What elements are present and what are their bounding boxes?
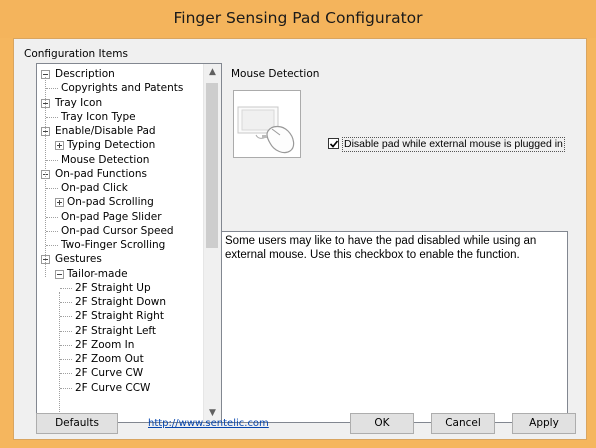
- expand-icon[interactable]: [55, 141, 64, 151]
- tree-item-label: Enable/Disable Pad: [55, 125, 156, 137]
- tree-connector: [60, 373, 72, 375]
- tree-item[interactable]: On-pad Page Slider: [37, 210, 204, 224]
- tree-item[interactable]: Copyrights and Patents: [37, 81, 204, 95]
- tree-item[interactable]: 2F Straight Left: [37, 324, 204, 338]
- tree-item[interactable]: 2F Curve CCW: [37, 381, 204, 395]
- tree-connector: [46, 159, 58, 161]
- tree-item[interactable]: Tailor-made: [37, 267, 204, 281]
- tree-item-label: Tailor-made: [67, 267, 128, 280]
- configuration-items-label: Configuration Items: [24, 48, 128, 60]
- disable-pad-checkbox[interactable]: [328, 138, 339, 149]
- tree-item[interactable]: Gestures: [37, 252, 204, 266]
- tree-item-label: Copyrights and Patents: [61, 82, 184, 95]
- window-title: Finger Sensing Pad Configurator: [173, 9, 423, 27]
- tree-item-label: 2F Zoom In: [75, 338, 135, 351]
- tree-item[interactable]: On-pad Functions: [37, 167, 204, 181]
- client-area: Configuration Items Description Copyright…: [13, 38, 587, 440]
- tree-item[interactable]: Typing Detection: [37, 138, 204, 152]
- tree-item[interactable]: On-pad Scrolling: [37, 195, 204, 209]
- tree-item-label: On-pad Cursor Speed: [61, 224, 174, 237]
- tree-item-label: Tray Icon Type: [61, 110, 136, 123]
- cancel-button[interactable]: Cancel: [431, 413, 495, 434]
- tree-item-label: Gestures: [55, 253, 102, 266]
- tree-item[interactable]: On-pad Click: [37, 181, 204, 195]
- tree-item[interactable]: 2F Straight Up: [37, 281, 204, 295]
- tree-connector: [46, 245, 58, 246]
- tree-guide: [59, 292, 60, 422]
- tree-item[interactable]: Description: [37, 67, 204, 81]
- tree-item[interactable]: Tray Icon Type: [37, 110, 204, 124]
- tree-item-label: Two-Finger Scrolling: [61, 239, 166, 251]
- checkmark-icon: [329, 140, 339, 148]
- disable-pad-checkbox-label[interactable]: Disable pad while external mouse is plug…: [342, 137, 565, 152]
- tree-item[interactable]: On-pad Cursor Speed: [37, 224, 204, 238]
- tree-item[interactable]: 2F Straight Down: [37, 295, 204, 309]
- tree-item-label: 2F Zoom Out: [75, 353, 144, 365]
- tree-connector: [46, 116, 58, 118]
- tree-connector: [60, 302, 72, 303]
- tree-connector: [60, 387, 72, 389]
- defaults-button[interactable]: Defaults: [36, 413, 118, 434]
- tree-connector: [60, 287, 72, 289]
- tree-items: Description Copyrights and Patents Tray Ic…: [37, 67, 204, 422]
- tree-item-label: Mouse Detection: [61, 153, 150, 166]
- tree-item[interactable]: Mouse Detection: [37, 153, 204, 167]
- tree-item-label: 2F Curve CCW: [75, 381, 151, 394]
- tree-connector: [60, 330, 72, 332]
- mouse-with-pad-icon: [233, 90, 301, 158]
- tree-item-label: On-pad Click: [61, 182, 128, 194]
- tree-item[interactable]: 2F Zoom In: [37, 338, 204, 352]
- tree-item-label: On-pad Functions: [55, 167, 147, 180]
- description-text: Some users may like to have the pad disa…: [221, 231, 568, 423]
- tree-connector: [46, 230, 58, 232]
- tree-item-label: Typing Detection: [67, 139, 156, 152]
- tree-connector: [60, 316, 72, 318]
- collapse-icon[interactable]: [55, 269, 64, 279]
- apply-button[interactable]: Apply: [512, 413, 576, 434]
- tree-item-label: 2F Straight Left: [75, 324, 157, 337]
- tree-item[interactable]: Two-Finger Scrolling: [37, 238, 204, 252]
- tree-item[interactable]: Enable/Disable Pad: [37, 124, 204, 138]
- tree-connector: [60, 344, 72, 346]
- tree-item-label: On-pad Scrolling: [67, 196, 154, 209]
- ok-button[interactable]: OK: [350, 413, 414, 434]
- tree-item-label: 2F Straight Down: [75, 296, 167, 308]
- tree-scrollbar[interactable]: ▲ ▼: [203, 64, 221, 422]
- sentelic-link[interactable]: http://www.sentelic.com: [148, 418, 269, 429]
- tree-connector: [46, 216, 58, 218]
- section-title: Mouse Detection: [231, 68, 320, 80]
- tree-item-label: 2F Straight Right: [75, 310, 164, 323]
- tree-connector: [46, 88, 58, 90]
- configurator-window: Finger Sensing Pad Configurator Configur…: [0, 0, 596, 448]
- expand-icon[interactable]: [55, 198, 64, 208]
- tree-item-label: Description: [55, 68, 115, 80]
- configuration-tree[interactable]: Description Copyrights and Patents Tray Ic…: [36, 63, 222, 423]
- tree-item-label: Tray Icon: [55, 96, 103, 109]
- tree-guide: [45, 77, 46, 277]
- tree-item[interactable]: 2F Zoom Out: [37, 352, 204, 366]
- tree-item-label: On-pad Page Slider: [61, 210, 162, 223]
- scroll-thumb[interactable]: [206, 83, 218, 248]
- tree-item[interactable]: 2F Curve CW: [37, 366, 204, 380]
- tree-connector: [60, 359, 72, 360]
- title-bar[interactable]: Finger Sensing Pad Configurator: [0, 0, 596, 38]
- tree-item[interactable]: Tray Icon: [37, 96, 204, 110]
- tree-item-label: 2F Straight Up: [75, 281, 151, 294]
- scroll-up-icon[interactable]: ▲: [204, 64, 221, 81]
- tree-connector: [46, 188, 58, 189]
- tree-item-label: 2F Curve CW: [75, 367, 144, 380]
- tree-item[interactable]: 2F Straight Right: [37, 309, 204, 323]
